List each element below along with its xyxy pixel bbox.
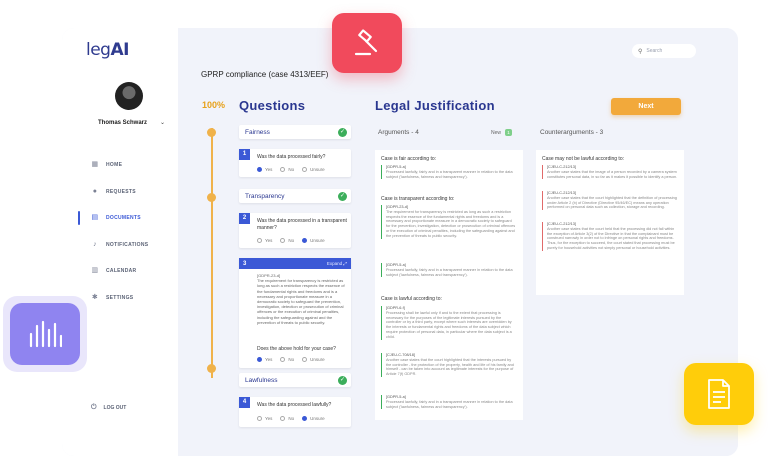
page-title: GPRP compliance (case 4313/EEF) bbox=[201, 70, 329, 79]
sidebar-item-calendar[interactable]: ▥ CALENDAR bbox=[62, 258, 178, 285]
search-input[interactable]: ⚲ Search bbox=[632, 44, 696, 58]
home-icon: ▦ bbox=[91, 161, 99, 169]
gavel-icon bbox=[354, 29, 378, 56]
document-card bbox=[684, 363, 754, 425]
expand-button[interactable]: Expand ⤢ bbox=[327, 261, 347, 266]
legal-justification-heading: Legal Justification bbox=[375, 98, 495, 113]
question-legal-text: [GDPR-23-d] The requirement for transpar… bbox=[257, 273, 345, 325]
questions-heading: Questions bbox=[239, 98, 306, 113]
legal-quote: [CJEU-C-708/18] Another case states that … bbox=[381, 353, 517, 377]
app-logo[interactable]: legAI bbox=[86, 40, 129, 60]
chart-card bbox=[10, 303, 80, 365]
arguments-panel: Case is fair according to: [GDPR-5-a] Pro… bbox=[375, 150, 523, 420]
answer-options: Yes No Unsure bbox=[257, 357, 325, 362]
option-unsure[interactable]: Unsure bbox=[302, 357, 325, 362]
sidebar-item-documents[interactable]: ▤ DOCUMENTS bbox=[62, 205, 178, 232]
counterarguments-panel: Case may not be lawful according to: [CJ… bbox=[536, 150, 684, 295]
app-window: legAI Thomas Schwarz ⌄ ▦ HOME ● REQUESTS ▤… bbox=[62, 28, 738, 456]
option-yes[interactable]: Yes bbox=[257, 167, 272, 172]
legal-quote: [GDPR-5-a] Processed lawfully, fairly and… bbox=[381, 263, 517, 278]
timeline-dot bbox=[207, 128, 216, 137]
question-card: 4 Was the data processed lawfully? Yes N… bbox=[239, 397, 351, 427]
timeline-dot bbox=[207, 364, 216, 373]
legal-quote: [GDPR-5-a] Processed lawfully, fairly and… bbox=[381, 165, 517, 180]
counterarguments-header: Counterarguments - 3 bbox=[540, 129, 604, 136]
search-icon: ⚲ bbox=[638, 48, 643, 55]
legal-quote: [GDPR-5-a] Processed lawfully, fairly and… bbox=[381, 395, 517, 410]
check-icon: ✓ bbox=[338, 128, 347, 137]
legal-quote: [CJEU-C-212/13] Another case states that … bbox=[542, 191, 678, 211]
logout-button[interactable]: ⏻ LOG OUT bbox=[91, 404, 126, 412]
question-number: 3 bbox=[243, 260, 247, 267]
document-icon: ▤ bbox=[91, 214, 99, 222]
question-card-expanded: 3 Expand ⤢ [GDPR-23-d] The requirement f… bbox=[239, 258, 351, 368]
gear-icon: ✱ bbox=[91, 293, 99, 301]
section-transparency[interactable]: Transparency ✓ bbox=[239, 189, 351, 203]
option-yes[interactable]: Yes bbox=[257, 238, 272, 243]
stage: legAI Thomas Schwarz ⌄ ▦ HOME ● REQUESTS ▤… bbox=[0, 0, 768, 467]
answer-options: Yes No Unsure bbox=[257, 167, 325, 172]
chat-icon: ● bbox=[92, 187, 98, 195]
sidebar-item-notifications[interactable]: ♪ NOTIFICATIONS bbox=[62, 232, 178, 259]
sidebar-nav: ▦ HOME ● REQUESTS ▤ DOCUMENTS ♪ NOTIFICATION… bbox=[62, 152, 178, 311]
option-yes[interactable]: Yes bbox=[257, 357, 272, 362]
document-icon bbox=[708, 379, 730, 409]
question-number: 1 bbox=[239, 149, 250, 160]
legal-quote: [CJEU-C-212/13] Another case states that … bbox=[542, 222, 678, 251]
avatar[interactable] bbox=[115, 82, 143, 110]
option-unsure[interactable]: Unsure bbox=[302, 167, 325, 172]
check-icon: ✓ bbox=[338, 192, 347, 201]
question-text: Was the data processed in a transparent … bbox=[257, 218, 347, 231]
power-icon: ⏻ bbox=[91, 404, 97, 411]
legal-quote: [CJEU-C-212/13] Another case states that … bbox=[542, 165, 678, 180]
option-unsure[interactable]: Unsure bbox=[302, 416, 325, 421]
answer-options: Yes No Unsure bbox=[257, 238, 325, 243]
gavel-card bbox=[332, 13, 402, 73]
sidebar: legAI Thomas Schwarz ⌄ ▦ HOME ● REQUESTS ▤… bbox=[62, 28, 178, 456]
answer-options: Yes No Unsure bbox=[257, 416, 325, 421]
case-title: Case is fair according to: bbox=[381, 156, 437, 162]
calendar-icon: ▥ bbox=[91, 267, 99, 275]
question-card: 1 Was the data processed fairly? Yes No … bbox=[239, 149, 351, 177]
new-badge[interactable]: New 1 bbox=[491, 129, 513, 136]
question-card: 2 Was the data processed in a transparen… bbox=[239, 213, 351, 248]
section-lawfulness[interactable]: Lawfulness ✓ bbox=[239, 373, 351, 387]
arguments-header: Arguments - 4 bbox=[378, 129, 419, 136]
user-name[interactable]: Thomas Schwarz bbox=[98, 120, 147, 126]
sidebar-item-home[interactable]: ▦ HOME bbox=[62, 152, 178, 179]
progress-timeline bbox=[211, 128, 213, 378]
legal-quote: [GDPR-23-d] The requirement for transpare… bbox=[381, 205, 517, 239]
next-button[interactable]: Next bbox=[611, 98, 681, 115]
legal-quote: [GDPR-6-f] Processing shall be lawful onl… bbox=[381, 306, 517, 340]
chevron-down-icon[interactable]: ⌄ bbox=[160, 119, 165, 126]
option-unsure[interactable]: Unsure bbox=[302, 238, 325, 243]
case-title: Case is transparent according to: bbox=[381, 196, 455, 202]
question-header: 3 Expand ⤢ bbox=[239, 258, 351, 269]
option-no[interactable]: No bbox=[280, 167, 294, 172]
bell-icon: ♪ bbox=[93, 240, 97, 248]
timeline-dot bbox=[207, 193, 216, 202]
question-text: Was the data processed fairly? bbox=[257, 154, 326, 160]
option-no[interactable]: No bbox=[280, 357, 294, 362]
question-number: 4 bbox=[239, 397, 250, 408]
option-yes[interactable]: Yes bbox=[257, 416, 272, 421]
option-no[interactable]: No bbox=[280, 238, 294, 243]
section-fairness[interactable]: Fairness ✓ bbox=[239, 125, 351, 139]
question-text: Was the data processed lawfully? bbox=[257, 402, 332, 408]
sidebar-item-requests[interactable]: ● REQUESTS bbox=[62, 179, 178, 206]
main-content: GPRP compliance (case 4313/EEF) ⚲ Search … bbox=[178, 28, 738, 456]
bar-chart-icon bbox=[29, 320, 62, 348]
case-title: Case may not be lawful according to: bbox=[542, 156, 624, 162]
option-no[interactable]: No bbox=[280, 416, 294, 421]
case-title: Case is lawful according to: bbox=[381, 296, 442, 302]
question-text: Does the above hold for your case? bbox=[257, 346, 336, 352]
check-icon: ✓ bbox=[338, 376, 347, 385]
question-number: 2 bbox=[239, 213, 250, 224]
progress-percent: 100% bbox=[202, 100, 226, 110]
